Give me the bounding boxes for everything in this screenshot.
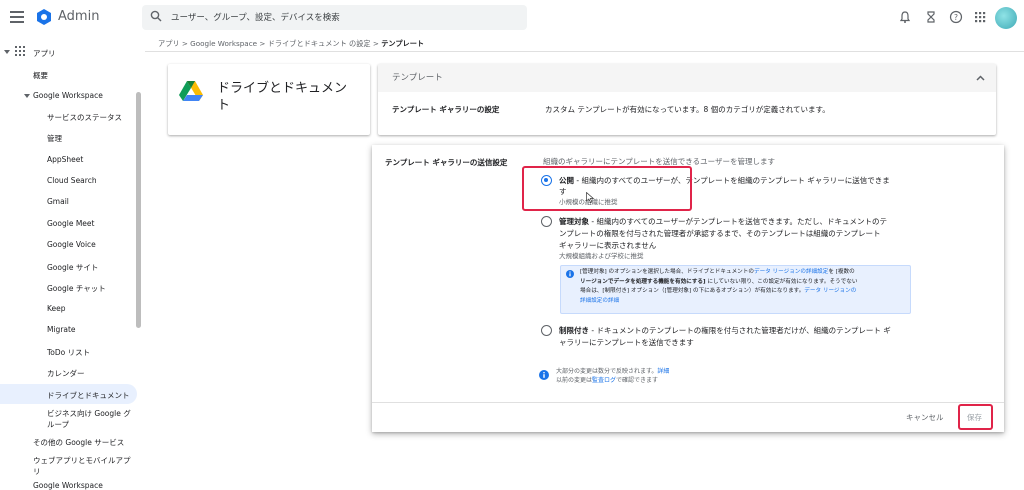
option-managed-desc-cont: ンプレートの権限を付与された管理者が承認するまで、そのテンプレートは組織のテンプ…: [559, 229, 881, 238]
notice-line2-a: 以前の変更は: [556, 377, 593, 384]
sidebar-item-service-status[interactable]: サービスのステータス: [47, 112, 122, 123]
option-restricted-desc: - ドキュメントのテンプレートの権限を付与された管理者だけが、組織のテンプレート…: [589, 326, 891, 335]
chevron-up-icon[interactable]: [976, 75, 985, 81]
option-managed-desc: - 組織内のすべてのユーザーがテンプレートを送信できます。ただし、ドキュメントの…: [589, 217, 888, 226]
sidebar-item-manage[interactable]: 管理: [47, 133, 62, 144]
service-title: ドライブとドキュメント: [217, 81, 348, 113]
option-restricted-title: 制限付き: [559, 326, 589, 335]
info-line3-a: 場合は、[制限付き] オプション（[管理対象] の下にあるオプション）が有効にな…: [580, 288, 805, 294]
info-line1-a: [管理対象] のオプションを選択した場合、ドライブとドキュメントの: [580, 269, 754, 275]
sidebar-item-groups-business[interactable]: ビジネス向け Google グ: [47, 408, 131, 419]
google-drive-icon: [179, 81, 203, 101]
radio-managed[interactable]: [541, 216, 552, 227]
sidebar-item-voice[interactable]: Google Voice: [47, 240, 96, 249]
info-text: [管理対象] のオプションを選択した場合、ドライブとドキュメントのデータ リージ…: [580, 268, 905, 306]
info-icon: [566, 270, 574, 278]
gallery-setting-label: テンプレート ギャラリーの設定: [392, 105, 500, 114]
admin-logo-icon: [37, 9, 51, 25]
audit-log-link[interactable]: 監査ログ: [592, 377, 616, 384]
breadcrumb-apps[interactable]: アプリ: [158, 39, 180, 48]
sidebar-item-cloud-search[interactable]: Cloud Search: [47, 176, 97, 185]
header-divider: [145, 51, 1024, 52]
sidebar-item-web-mobile-apps[interactable]: ウェブアプリとモバイルアプ: [33, 455, 131, 466]
data-region-details-link-cont[interactable]: 詳細設定の詳細: [580, 298, 619, 304]
option-managed-text[interactable]: 管理対象 - 組織内のすべてのユーザーがテンプレートを送信できます。ただし、ドキ…: [559, 216, 887, 227]
search-icon: [150, 10, 162, 22]
collapse-caret-icon[interactable]: [24, 93, 30, 99]
breadcrumb-workspace[interactable]: Google Workspace: [190, 39, 257, 48]
sidebar-item-todo[interactable]: ToDo リスト: [47, 347, 90, 358]
option-restricted-text[interactable]: 制限付き - ドキュメントのテンプレートの権限を付与された管理者だけが、組織のテ…: [559, 325, 891, 336]
option-restricted-desc-cont: ャラリーにテンプレートを送信できます: [559, 338, 694, 347]
notifications-icon[interactable]: [898, 10, 912, 24]
option-managed-title: 管理対象: [559, 217, 589, 226]
dialog-label: テンプレート ギャラリーの送信設定: [385, 158, 508, 167]
sidebar-scrollbar[interactable]: [136, 92, 141, 328]
svg-text:?: ?: [954, 13, 958, 22]
sidebar-root-apps[interactable]: アプリ: [33, 48, 56, 59]
sidebar-item-web-mobile-apps-cont[interactable]: リ: [33, 466, 41, 477]
search-placeholder: ユーザー、グループ、設定、デバイスを検索: [171, 13, 340, 23]
apps-grid-icon: [15, 46, 25, 56]
notice-line2: 以前の変更は監査ログで確認できます: [556, 376, 658, 386]
sidebar-item-calendar[interactable]: カレンダー: [47, 368, 85, 379]
info-line2-b: にしていない限り、この設定が有効になります。そうでない: [705, 278, 858, 285]
highlight-box: [522, 166, 692, 211]
breadcrumb: アプリ > Google Workspace > ドライブとドキュメント の設定…: [158, 39, 425, 48]
apps-grid-icon[interactable]: [973, 10, 987, 24]
sidebar-item-sites[interactable]: Google サイト: [47, 262, 98, 273]
data-region-details-link[interactable]: データ リージョンの: [804, 288, 856, 294]
cancel-button[interactable]: キャンセル: [906, 412, 944, 423]
highlight-box: [958, 404, 993, 430]
panel-title: テンプレート: [392, 73, 443, 83]
sidebar-item-groups-business-cont[interactable]: ループ: [47, 419, 69, 430]
learn-more-link[interactable]: 詳細: [657, 368, 669, 375]
menu-icon[interactable]: [10, 11, 24, 23]
gallery-setting-value: カスタム テンプレートが有効になっています。8 個のカテゴリが定義されています。: [545, 105, 830, 114]
avatar[interactable]: [995, 7, 1017, 29]
notice-line2-b: で確認できます: [616, 377, 659, 384]
sidebar-item-appsheet[interactable]: AppSheet: [47, 155, 83, 164]
sidebar-item-migrate[interactable]: Migrate: [47, 325, 76, 334]
sidebar-item-chat[interactable]: Google チャット: [47, 283, 106, 294]
radio-restricted[interactable]: [541, 325, 552, 336]
sidebar-item-workspace-2[interactable]: Google Workspace: [33, 481, 103, 490]
data-region-link[interactable]: データ リージョンの詳細設定: [754, 269, 828, 275]
sidebar-item-workspace[interactable]: Google Workspace: [33, 91, 103, 100]
help-icon[interactable]: ?: [949, 10, 963, 24]
breadcrumb-drive-settings[interactable]: ドライブとドキュメント の設定: [268, 39, 371, 48]
sidebar-item-overview[interactable]: 概要: [33, 70, 48, 81]
collapse-caret-icon[interactable]: [4, 49, 10, 55]
breadcrumb-current: テンプレート: [381, 39, 425, 48]
sidebar-item-other-services[interactable]: その他の Google サービス: [33, 437, 124, 448]
dialog-footer-divider: [372, 402, 1004, 403]
notice-line1-text: 大部分の変更は数分で反映されます。: [556, 368, 658, 375]
hourglass-icon[interactable]: [924, 10, 938, 24]
sidebar-item-meet[interactable]: Google Meet: [47, 219, 94, 228]
option-managed-desc-cont2: ギャラリーに表示されません: [559, 241, 657, 250]
sidebar-item-keep[interactable]: Keep: [47, 304, 66, 313]
sidebar-item-drive-docs[interactable]: ドライブとドキュメント: [47, 390, 130, 401]
sidebar-item-gmail[interactable]: Gmail: [47, 197, 69, 206]
templates-panel-header[interactable]: [378, 64, 996, 92]
app-name: Admin: [58, 9, 100, 24]
info-line1-b: を [複数の: [828, 269, 855, 275]
info-line2-a: リージョンでデータを処理する機能を有効にする]: [580, 278, 706, 285]
option-managed-hint: 大規模組織および学校に推奨: [559, 252, 644, 260]
info-icon: [539, 370, 549, 380]
